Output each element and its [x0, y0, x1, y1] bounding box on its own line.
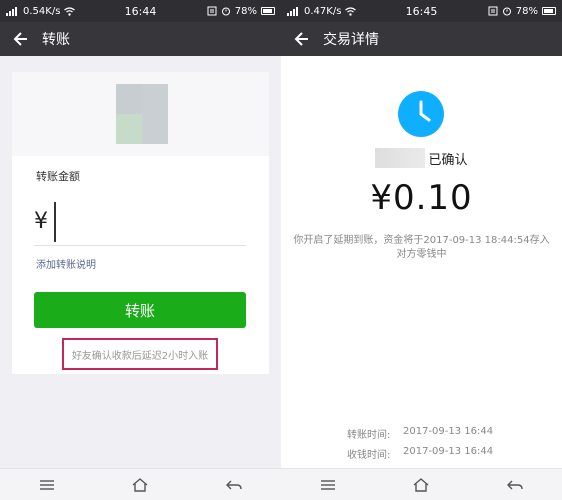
- receive-time-label: 收钱时间:: [347, 450, 391, 461]
- add-note-link[interactable]: 添加转账说明: [36, 256, 96, 271]
- menu-icon: [320, 479, 335, 490]
- signal-icon: [6, 6, 17, 16]
- status-bar: 0.47K/s 16:45 78%: [281, 0, 562, 22]
- deferred-arrival-text: 你开启了延期到账，资金将于2017-09-13 18:44:54存入对方零钱中: [293, 235, 550, 260]
- delay-note: 好友确认收款后延迟2小时入账: [62, 338, 218, 370]
- status-time: 16:45: [405, 4, 438, 18]
- clock-icon: [398, 91, 444, 137]
- menu-icon: [39, 479, 54, 490]
- amount-label: 转账金额: [36, 170, 80, 183]
- transfer-screen: 0.54K/s 16:44 78% 转账 转账金额 ¥ 添加转账说明 转账 好友…: [0, 0, 281, 500]
- home-icon: [414, 477, 429, 492]
- network-speed: 0.47K/s: [304, 5, 342, 17]
- battery-percent: 78%: [515, 5, 538, 17]
- battery-icon: [261, 7, 275, 15]
- home-button[interactable]: [407, 474, 435, 496]
- return-icon: [226, 480, 242, 489]
- confirm-status: 已确认: [428, 152, 468, 168]
- amount-input[interactable]: [54, 201, 224, 242]
- menu-button[interactable]: [33, 474, 61, 496]
- transfer-amount: ¥0.10: [370, 178, 473, 218]
- status-time: 16:44: [124, 4, 157, 18]
- page-title: 交易详情: [323, 32, 379, 48]
- status-bar: 0.54K/s 16:44 78%: [0, 0, 281, 22]
- back-button[interactable]: [501, 474, 529, 496]
- battery-percent: 78%: [234, 5, 257, 17]
- wifi-icon: [345, 6, 357, 16]
- notification-icon: [207, 6, 217, 16]
- home-button[interactable]: [126, 474, 154, 496]
- transaction-detail-screen: 0.47K/s 16:45 78% 交易详情 已确认 ¥0.10 你开启了延期到…: [281, 0, 562, 500]
- nav-bar: 转账: [0, 22, 281, 56]
- alarm-icon: [221, 7, 230, 16]
- notification-icon: [488, 6, 498, 16]
- transfer-card: 转账金额 ¥ 添加转账说明 转账 好友确认收款后延迟2小时入账: [12, 72, 269, 374]
- back-arrow-icon[interactable]: [293, 30, 311, 48]
- confirm-status-row: 已确认: [281, 148, 562, 168]
- signal-icon: [287, 6, 298, 16]
- page-title: 转账: [42, 32, 70, 48]
- return-icon: [507, 480, 523, 489]
- nav-bar: 交易详情: [281, 22, 562, 56]
- transfer-time-label: 转账时间:: [347, 430, 391, 441]
- wifi-icon: [64, 6, 76, 16]
- transfer-time-row: 转账时间: 2017-09-13 16:44: [347, 426, 547, 441]
- home-icon: [133, 477, 148, 492]
- currency-symbol: ¥: [34, 209, 48, 234]
- system-nav-bar: [281, 468, 562, 500]
- recipient-avatar: [116, 84, 168, 144]
- system-nav-bar: [0, 468, 281, 500]
- back-arrow-icon[interactable]: [12, 30, 30, 48]
- alarm-icon: [502, 7, 511, 16]
- battery-icon: [542, 7, 556, 15]
- back-button[interactable]: [220, 474, 248, 496]
- network-speed: 0.54K/s: [23, 5, 61, 17]
- menu-button[interactable]: [314, 474, 342, 496]
- amount-input-row: ¥: [34, 198, 246, 246]
- transfer-button[interactable]: 转账: [34, 292, 246, 328]
- receive-time-row: 收钱时间: 2017-09-13 16:44: [347, 446, 547, 461]
- recipient-header: [12, 72, 269, 156]
- recipient-name-blurred: [375, 148, 426, 168]
- transfer-time-value: 2017-09-13 16:44: [403, 426, 494, 437]
- receive-time-value: 2017-09-13 16:44: [403, 446, 494, 457]
